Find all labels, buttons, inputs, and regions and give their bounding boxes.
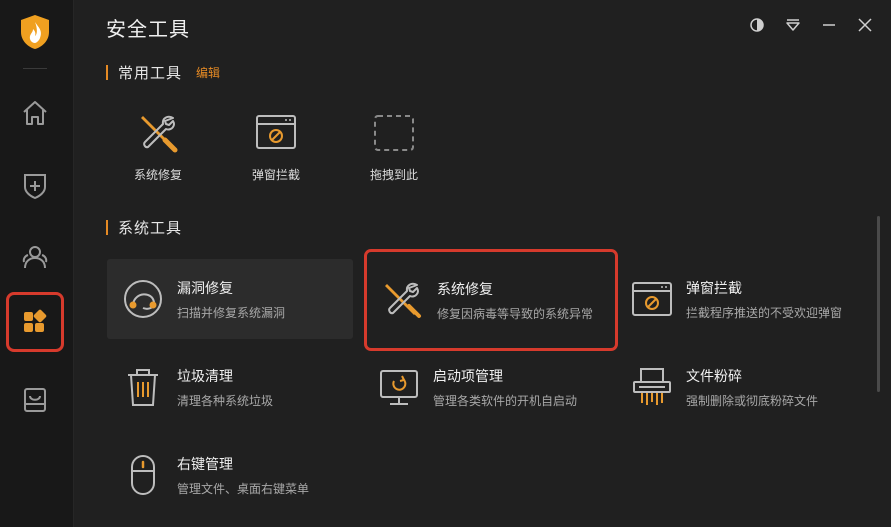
sidebar-item-tools[interactable] [6, 292, 64, 352]
patch-ring-icon [124, 280, 162, 318]
users-icon [22, 246, 48, 269]
minimize-icon [823, 24, 835, 26]
section-accent-bar [106, 65, 108, 80]
tool-desc: 拦截程序推送的不受欢迎弹窗 [686, 305, 843, 320]
tool-desc: 清理各种系统垃圾 [177, 393, 274, 408]
common-tools-header: 常用工具 编辑 [106, 62, 220, 83]
tool-card-popup-block[interactable]: 弹窗拦截 拦截程序推送的不受欢迎弹窗 [616, 259, 876, 339]
section-title: 常用工具 [118, 64, 183, 82]
close-icon [858, 18, 872, 32]
trash-icon [128, 369, 158, 406]
dashed-drop-icon [374, 115, 414, 151]
sidebar-item-home[interactable] [8, 85, 62, 141]
app-logo-icon [20, 14, 50, 50]
main-panel: 安全工具 常用工具 编辑 系统修复 弹窗拦截 拖拽到此 系统工具 漏洞修复 扫描… [75, 0, 891, 527]
quick-tool-popup-block[interactable]: 弹窗拦截 [231, 110, 321, 183]
tool-name: 右键管理 [177, 456, 233, 473]
sidebar [0, 0, 74, 527]
minimize-button[interactable] [818, 14, 840, 36]
tool-name: 垃圾清理 [177, 368, 233, 385]
logo-divider [23, 68, 47, 69]
tool-desc: 修复因病毒等导致的系统异常 [437, 306, 594, 321]
quick-tool-label: 系统修复 [133, 168, 182, 182]
sidebar-item-protection[interactable] [8, 157, 62, 213]
edit-link[interactable]: 编辑 [196, 64, 220, 81]
section-title: 系统工具 [118, 219, 183, 237]
tool-card-context-menu[interactable]: 右键管理 管理文件、桌面右键菜单 [107, 435, 353, 515]
menu-dropdown-icon [786, 19, 800, 31]
tool-card-vuln-repair[interactable]: 漏洞修复 扫描并修复系统漏洞 [107, 259, 353, 339]
shield-plus-icon [24, 174, 46, 200]
tool-card-startup-manager[interactable]: 启动项管理 管理各类软件的开机自启动 [363, 347, 609, 427]
system-tools-header: 系统工具 [106, 217, 182, 238]
tool-name: 弹窗拦截 [686, 280, 742, 297]
grid-apps-icon [24, 309, 47, 332]
tool-card-file-shredder[interactable]: 文件粉碎 强制删除或彻底粉碎文件 [616, 347, 876, 427]
tool-name: 系统修复 [437, 281, 493, 298]
quick-tool-label: 拖拽到此 [369, 168, 418, 182]
wrench-screwdriver-icon [141, 115, 178, 153]
theme-toggle-button[interactable] [746, 14, 768, 36]
tool-name: 启动项管理 [433, 368, 503, 385]
wrench-screwdriver-icon [385, 282, 421, 318]
quick-tool-label: 弹窗拦截 [251, 168, 300, 182]
tool-desc: 管理各类软件的开机自启动 [433, 393, 578, 408]
tool-card-junk-clean[interactable]: 垃圾清理 清理各种系统垃圾 [107, 347, 353, 427]
close-button[interactable] [854, 14, 876, 36]
tool-desc: 强制删除或彻底粉碎文件 [686, 393, 819, 408]
quick-tool-system-repair[interactable]: 系统修复 [113, 110, 203, 183]
page-title: 安全工具 [106, 17, 190, 41]
sidebar-item-users[interactable] [8, 228, 62, 284]
mouse-icon [131, 455, 155, 495]
inbox-icon [24, 388, 46, 412]
tool-card-system-repair[interactable]: 系统修复 修复因病毒等导致的系统异常 [364, 249, 618, 351]
tool-desc: 扫描并修复系统漏洞 [177, 305, 286, 320]
sidebar-item-box[interactable] [8, 372, 62, 428]
monitor-startup-icon [380, 370, 418, 405]
scrollbar[interactable] [877, 216, 880, 392]
tool-name: 文件粉碎 [686, 368, 742, 385]
home-icon [23, 101, 47, 125]
shredder-icon [633, 368, 671, 405]
tool-desc: 管理文件、桌面右键菜单 [177, 481, 310, 496]
popup-block-icon [632, 282, 672, 316]
section-accent-bar [106, 220, 108, 235]
popup-block-icon [256, 115, 296, 149]
quick-tool-drop-slot[interactable]: 拖拽到此 [349, 110, 439, 183]
menu-button[interactable] [782, 14, 804, 36]
contrast-icon [750, 18, 764, 32]
tool-name: 漏洞修复 [177, 280, 233, 297]
